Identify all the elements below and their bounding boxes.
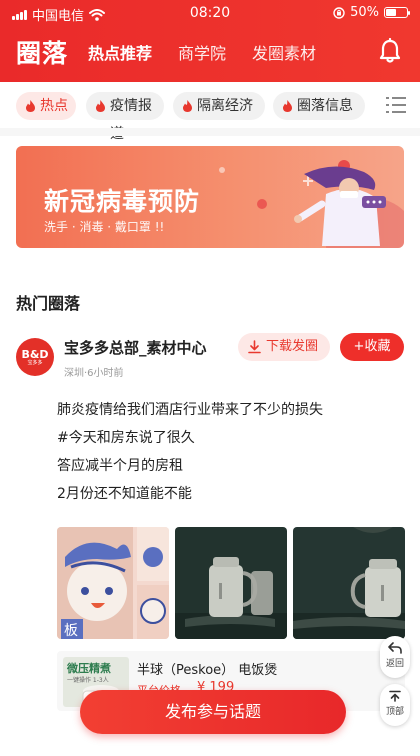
banner-subtitle: 洗手 · 消毒 · 戴口罩 !! (44, 220, 165, 234)
chip-label: 隔离经济 (197, 98, 253, 114)
back-button[interactable]: 返回 (380, 636, 410, 678)
publish-topic-button[interactable]: 发布参与话题 (80, 690, 346, 734)
top-label: 顶部 (385, 707, 404, 717)
tab-post-materials[interactable]: 发圈素材 (252, 40, 316, 64)
to-top-icon (389, 690, 401, 702)
chip-isolation-economy[interactable]: 隔离经济 (173, 92, 265, 120)
category-bar: 热点 疫情报道 隔离经济 圈落信息 (0, 82, 420, 142)
illustration-image: 板 (57, 527, 169, 639)
download-icon (248, 340, 261, 354)
post-image-kettle[interactable] (175, 527, 287, 639)
chip-label: 热点 (40, 98, 68, 114)
svg-text:板: 板 (64, 623, 78, 639)
favorite-button[interactable]: +收藏 (340, 333, 404, 361)
top-button[interactable]: 顶部 (380, 684, 410, 726)
kettle-image (175, 527, 287, 639)
product-image-title: 微压精煮 (67, 662, 111, 675)
chip-epidemic-report[interactable]: 疫情报道 (86, 92, 164, 142)
top-nav: 圈落 热点推荐 商学院 发圈素材 (0, 30, 420, 74)
avatar[interactable]: B&D 宝多多 (16, 338, 54, 376)
divider (0, 128, 420, 136)
download-label: 下载发圈 (266, 339, 319, 354)
post-meta: 深圳·6小时前 (64, 368, 124, 379)
chip-circle-news[interactable]: 圈落信息 (273, 92, 365, 120)
post-line: 肺炎疫情给我们酒店行业带来了不少的损失 (57, 402, 323, 418)
banner-title: 新冠病毒预防 (44, 187, 201, 216)
battery-icon (384, 7, 410, 18)
doctor-illustration (219, 160, 404, 248)
status-right: 50% (333, 5, 410, 20)
promo-banner[interactable]: 新冠病毒预防 洗手 · 消毒 · 戴口罩 !! (16, 146, 404, 248)
chip-label: 圈落信息 (297, 98, 353, 114)
orientation-lock-icon (333, 6, 345, 19)
post-line: 2月份还不知道能不能 (57, 486, 192, 502)
status-bar: 中国电信 08:20 50% (0, 0, 420, 26)
flame-icon (183, 100, 192, 112)
tab-business-school[interactable]: 商学院 (178, 40, 226, 64)
bell-icon[interactable] (378, 38, 402, 64)
flame-icon (26, 100, 35, 112)
post-image-illustration[interactable]: 板 (57, 527, 169, 639)
flame-icon (283, 100, 292, 112)
back-label: 返回 (385, 659, 404, 669)
battery-fill (386, 9, 396, 16)
post-line: 答应减半个月的房租 (57, 458, 183, 474)
back-arrow-icon (388, 642, 402, 654)
download-button[interactable]: 下载发圈 (238, 333, 330, 361)
tab-hot-recommend[interactable]: 热点推荐 (88, 40, 152, 64)
avatar-subtext: 宝多多 (27, 360, 43, 366)
app-header: 中国电信 08:20 50% 圈落 热点推荐 商学院 发圈素材 (0, 0, 420, 82)
product-name: 半球（Peskoe） 电饭煲 (137, 663, 278, 678)
battery-percent: 50% (350, 5, 379, 20)
post-text: 肺炎疫情给我们酒店行业带来了不少的损失 #今天和房东说了很久 答应减半个月的房租… (57, 400, 323, 512)
app-logo: 圈落 (16, 39, 69, 68)
post-image-kettle-2[interactable] (293, 527, 405, 639)
flame-icon (96, 100, 105, 112)
kettle-image (293, 527, 405, 639)
chip-hot[interactable]: 热点 (16, 92, 76, 120)
section-title: 热门圈落 (16, 294, 81, 313)
list-icon[interactable] (386, 96, 406, 114)
post-line: #今天和房东说了很久 (57, 430, 195, 446)
post-images: 板 (57, 527, 405, 639)
poster-name[interactable]: 宝多多总部_素材中心 (64, 337, 207, 358)
